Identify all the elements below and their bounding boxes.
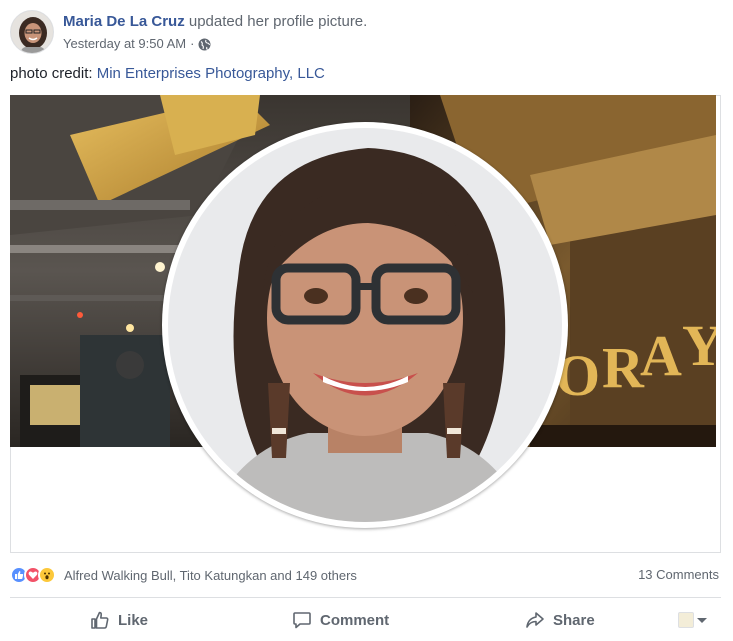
svg-text:A: A xyxy=(640,323,682,388)
like-button[interactable]: Like xyxy=(90,606,148,634)
like-label: Like xyxy=(118,611,149,629)
profile-photo-frame[interactable] xyxy=(162,122,568,528)
feed-post: Maria De La Cruz updated her profile pic… xyxy=(0,0,733,641)
svg-text:Y: Y xyxy=(682,313,716,378)
post-title: Maria De La Cruz updated her profile pic… xyxy=(63,12,367,32)
caret-down-icon xyxy=(697,617,707,623)
share-arrow-icon xyxy=(525,610,545,630)
post-timestamp[interactable]: Yesterday at 9:50 AM xyxy=(63,35,186,53)
mini-avatar-icon xyxy=(678,612,694,628)
actions-divider xyxy=(10,597,721,598)
profile-photo[interactable] xyxy=(168,128,562,522)
reactions-summary[interactable]: Alfred Walking Bull, Tito Katungkan and … xyxy=(10,565,357,585)
reaction-icons xyxy=(10,566,56,584)
author-avatar[interactable] xyxy=(10,10,54,54)
post-meta: Yesterday at 9:50 AM · xyxy=(63,35,211,53)
wow-icon xyxy=(38,566,56,584)
photographer-link[interactable]: Min Enterprises Photography, LLC xyxy=(97,65,325,82)
comment-bubble-icon xyxy=(292,610,312,630)
comment-label: Comment xyxy=(320,611,390,629)
share-label: Share xyxy=(553,611,595,629)
author-name-link[interactable]: Maria De La Cruz xyxy=(63,13,185,30)
globe-icon[interactable] xyxy=(198,38,211,51)
meta-separator: · xyxy=(190,36,195,51)
share-button[interactable]: Share xyxy=(525,606,595,634)
post-action-text: updated her profile picture. xyxy=(184,13,368,30)
caption-prefix: photo credit: xyxy=(10,65,97,82)
thumbs-up-icon xyxy=(90,610,110,630)
audience-selector[interactable] xyxy=(678,611,714,629)
post-caption: photo credit: Min Enterprises Photograph… xyxy=(10,64,325,84)
svg-text:R: R xyxy=(602,335,645,400)
comments-count-link[interactable]: 13 Comments xyxy=(638,565,719,585)
reaction-names[interactable]: Alfred Walking Bull, Tito Katungkan and … xyxy=(64,568,357,583)
comment-button[interactable]: Comment xyxy=(292,606,389,634)
